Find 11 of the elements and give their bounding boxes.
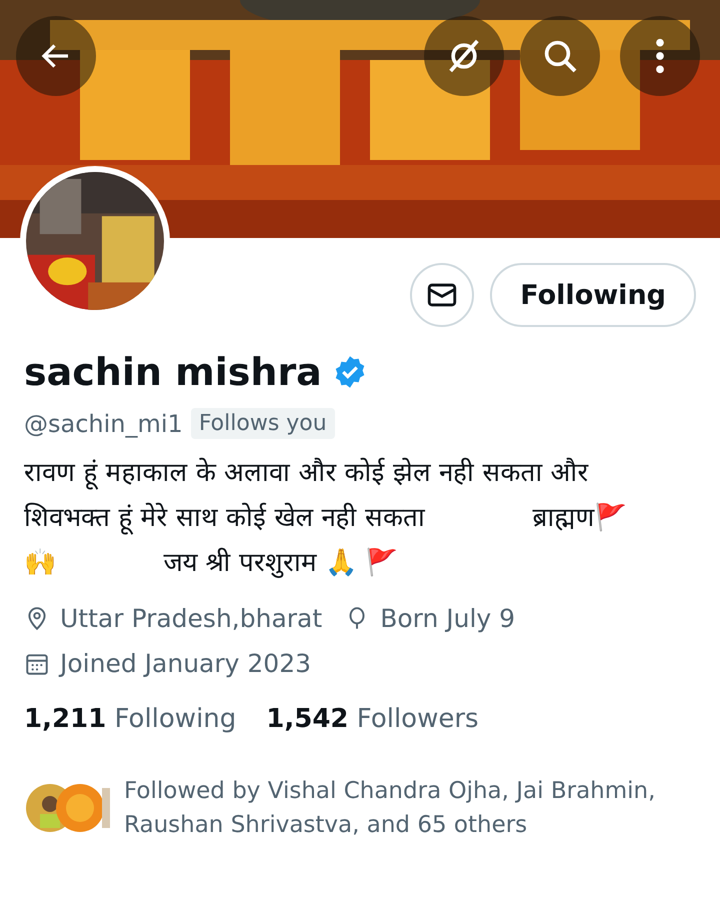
follow-count-link[interactable]: 1,211 Following	[24, 704, 236, 734]
profile-detail: Joined January 2023	[60, 649, 312, 678]
user-handle: @sachin_mi1	[24, 410, 183, 438]
followed-by-text[interactable]: Followed by Vishal Chandra Ojha, Jai Brahmin, Raushan Shrivastva, and 65 others	[124, 774, 694, 842]
display-name: sachin mishra	[24, 350, 322, 394]
profile-detail: Born July 9	[380, 604, 516, 633]
profile-detail: Uttar Pradesh,bharat	[60, 604, 322, 633]
follow-count-link[interactable]: 1,542 Followers	[266, 704, 479, 734]
follows-you-badge: Follows you	[190, 408, 335, 439]
following-button[interactable]: Following	[490, 263, 696, 327]
bio-text: रावण हूं महाकाल के अलावा और कोई झेल नही सकता और शिवभक्त हूं मेरे साथ कोई खेल नही सकता ब्राह्मण🚩 🙌 जय श्री परशुराम 🙏 🚩	[24, 456, 628, 580]
